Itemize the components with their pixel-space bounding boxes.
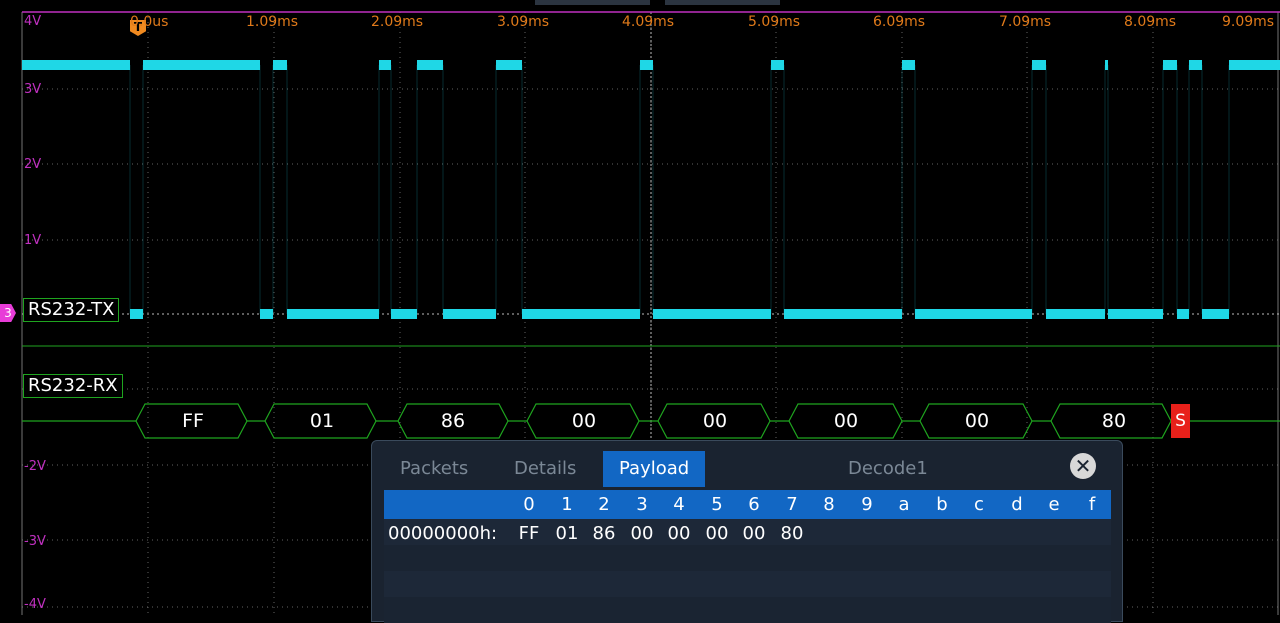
hex-column: 1: [561, 494, 573, 515]
hex-column: 0: [523, 494, 535, 515]
hex-value: 86: [592, 523, 616, 544]
tab-packets[interactable]: Packets: [384, 451, 484, 487]
decoded-byte: FF: [182, 410, 204, 432]
voltage-label: -2V: [24, 459, 46, 474]
voltage-label: 3V: [24, 82, 42, 97]
channel-label-rx[interactable]: RS232-RX: [23, 374, 123, 398]
time-label: 8.09ms: [1124, 14, 1177, 30]
voltage-label: -3V: [24, 534, 46, 549]
table-row[interactable]: [384, 545, 1111, 571]
stop-bit-marker: S: [1171, 404, 1190, 438]
hex-column: 8: [823, 494, 835, 515]
channel-label-tx[interactable]: RS232-TX: [23, 298, 120, 322]
tab-payload[interactable]: Payload: [603, 451, 706, 487]
close-icon[interactable]: ✕: [1070, 453, 1096, 479]
hex-column: 5: [711, 494, 723, 515]
decoded-byte: 01: [309, 410, 335, 432]
hex-value: 00: [667, 523, 691, 544]
hex-column: 9: [861, 494, 873, 515]
voltage-label: 2V: [24, 157, 42, 172]
decoded-byte: 00: [571, 410, 597, 432]
time-label: 6.09ms: [873, 14, 926, 30]
decoded-byte: 00: [833, 410, 859, 432]
hex-column: 2: [598, 494, 610, 515]
hex-value: 00: [742, 523, 766, 544]
row-address: 00000000h:: [388, 523, 498, 544]
decoded-byte: 00: [964, 410, 990, 432]
time-label: 1.09ms: [246, 14, 299, 30]
time-label: 2.09ms: [371, 14, 424, 30]
decoded-byte: 80: [1101, 410, 1127, 432]
panel-title: Decode1: [848, 458, 928, 479]
hex-column: e: [1048, 494, 1060, 515]
voltage-label: 4V: [24, 14, 42, 29]
time-label: 0.0us: [130, 14, 169, 30]
hex-value: 01: [555, 523, 579, 544]
hex-value: 00: [630, 523, 654, 544]
hex-column: 4: [673, 494, 685, 515]
hex-column: 6: [748, 494, 760, 515]
hex-column: 3: [636, 494, 648, 515]
hex-value: FF: [518, 523, 540, 544]
hex-column: a: [898, 494, 910, 515]
time-label: 4.09ms: [622, 14, 675, 30]
hex-column: d: [1011, 494, 1023, 515]
decode-panel: Packets Details Payload Decode1 ✕ 0 1 2 …: [371, 440, 1123, 623]
voltage-label: -4V: [24, 597, 46, 612]
decoded-byte: 86: [440, 410, 466, 432]
time-label: 9.09ms: [1222, 14, 1275, 30]
table-row[interactable]: [384, 571, 1111, 597]
voltage-label: 1V: [24, 233, 42, 248]
tab-details[interactable]: Details: [498, 451, 592, 487]
hex-column: c: [974, 494, 984, 515]
time-label: 5.09ms: [748, 14, 801, 30]
decoded-byte: 00: [702, 410, 728, 432]
hex-column: 7: [786, 494, 798, 515]
time-label: 7.09ms: [999, 14, 1052, 30]
hex-column-header: 0 1 2 3 4 5 6 7 8 9 a b c d e f: [384, 490, 1111, 519]
hex-value: 00: [705, 523, 729, 544]
table-row[interactable]: [384, 597, 1111, 623]
hex-value: 80: [780, 523, 804, 544]
hex-column: b: [936, 494, 948, 515]
hex-column: f: [1088, 494, 1096, 515]
time-label: 3.09ms: [497, 14, 550, 30]
